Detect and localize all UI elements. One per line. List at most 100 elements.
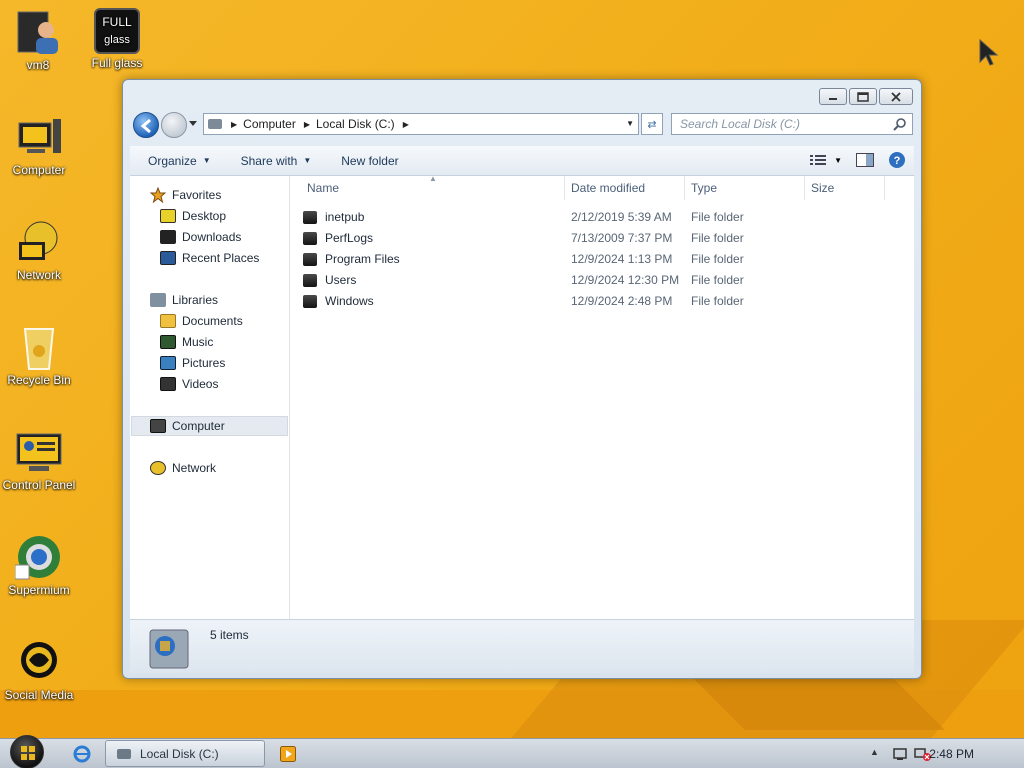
downloads-folder-icon	[160, 230, 176, 244]
address-bar[interactable]: ▶ Computer ▶ Local Disk (C:) ▶ ▼	[203, 113, 639, 135]
file-type: File folder	[691, 210, 744, 224]
desktop-icon-label: Computer	[12, 163, 66, 177]
maximize-button[interactable]	[849, 88, 877, 105]
fullglass-icon: FULL glass	[94, 8, 140, 54]
desktop-icon-recycle-bin[interactable]: Recycle Bin	[0, 323, 79, 387]
nav-desktop[interactable]: Desktop	[160, 206, 226, 226]
taskbar-item-label: Local Disk (C:)	[140, 746, 219, 761]
table-row[interactable]: Program Files 12/9/2024 1:13 PM File fol…	[291, 249, 911, 269]
preview-pane-icon[interactable]	[856, 153, 874, 167]
column-date-label: Date modified	[571, 181, 646, 195]
help-icon[interactable]: ?	[888, 151, 906, 169]
column-header-size[interactable]: Size	[805, 176, 885, 200]
table-row[interactable]: PerfLogs 7/13/2009 7:37 PM File folder	[291, 228, 911, 248]
column-header-name[interactable]: Name ▲	[301, 174, 565, 200]
chevron-right-icon[interactable]: ▶	[304, 120, 310, 129]
chevron-right-icon[interactable]: ▶	[403, 120, 409, 129]
file-type: File folder	[691, 231, 744, 245]
nav-videos-label: Videos	[182, 377, 219, 391]
nav-libraries[interactable]: Libraries	[150, 290, 218, 310]
forward-button[interactable]	[161, 112, 187, 138]
folder-icon	[303, 231, 317, 245]
table-row[interactable]: inetpub 2/12/2019 5:39 AM File folder	[291, 207, 911, 227]
supermium-icon	[14, 533, 63, 581]
nav-computer[interactable]: Computer	[131, 416, 288, 436]
nav-downloads[interactable]: Downloads	[160, 227, 241, 247]
chevron-down-icon: ▼	[202, 156, 211, 165]
nav-videos[interactable]: Videos	[160, 374, 218, 394]
nav-documents[interactable]: Documents	[160, 311, 243, 331]
folder-icon	[303, 252, 317, 266]
share-with-button[interactable]: Share with ▼	[241, 154, 312, 168]
organize-button[interactable]: Organize ▼	[148, 154, 211, 168]
file-type: File folder	[691, 294, 744, 308]
share-with-label: Share with	[240, 153, 298, 168]
table-row[interactable]: Users 12/9/2024 12:30 PM File folder	[291, 270, 911, 290]
refresh-button[interactable]: ⇄	[641, 113, 663, 135]
local-disk-icon	[149, 629, 189, 669]
breadcrumb-local-disk[interactable]: Local Disk (C:)	[316, 117, 395, 131]
libraries-icon	[150, 293, 166, 307]
column-type-label: Type	[691, 181, 718, 195]
nav-desktop-label: Desktop	[182, 209, 227, 223]
column-header-type[interactable]: Type	[685, 176, 805, 200]
back-button[interactable]	[133, 112, 159, 138]
nav-documents-label: Documents	[182, 314, 243, 328]
start-button[interactable]	[10, 735, 44, 768]
nav-downloads-label: Downloads	[182, 230, 242, 244]
file-name: inetpub	[325, 210, 365, 224]
nav-music[interactable]: Music	[160, 332, 213, 352]
view-options-button[interactable]: ▼	[810, 154, 842, 166]
internet-explorer-icon[interactable]	[72, 744, 92, 764]
show-hidden-icons-icon[interactable]: ▲	[870, 747, 879, 757]
desktop-icon-full-glass[interactable]: FULL glass Full glass	[77, 8, 157, 70]
address-dropdown-icon[interactable]: ▼	[626, 119, 634, 128]
music-icon	[160, 335, 176, 349]
file-name: Program Files	[325, 252, 400, 266]
file-date: 12/9/2024 2:48 PM	[571, 294, 673, 308]
column-header-date[interactable]: Date modified	[565, 176, 685, 200]
minimize-button[interactable]	[819, 88, 847, 105]
search-icon[interactable]	[893, 117, 907, 131]
desktop-icon-social-media[interactable]: Social Media	[0, 638, 79, 702]
explorer-window[interactable]: ▶ Computer ▶ Local Disk (C:) ▶ ▼ ⇄ Searc…	[122, 79, 922, 679]
nav-music-label: Music	[182, 335, 214, 349]
desktop-icon-network[interactable]: Network	[0, 218, 79, 282]
file-date: 2/12/2019 5:39 AM	[571, 210, 672, 224]
nav-network[interactable]: Network	[150, 458, 216, 478]
badge-top: FULL	[102, 15, 132, 29]
file-date: 12/9/2024 1:13 PM	[571, 252, 673, 266]
desktop-icon-computer[interactable]: Computer	[0, 113, 79, 177]
control-panel-icon	[15, 428, 63, 476]
chevron-right-icon[interactable]: ▶	[231, 120, 237, 129]
clock[interactable]: 2:48 PM	[929, 747, 974, 761]
desktop-icon-label: vm8	[26, 58, 50, 72]
drive-icon	[117, 748, 131, 759]
desktop-icon-control-panel[interactable]: Control Panel	[0, 428, 79, 492]
new-folder-button[interactable]: New folder	[341, 154, 398, 168]
action-center-icon[interactable]	[892, 746, 908, 762]
videos-icon	[160, 377, 176, 391]
recent-pages-dropdown-icon[interactable]	[189, 121, 197, 127]
search-input[interactable]: Search Local Disk (C:)	[671, 113, 913, 135]
taskbar-item-explorer[interactable]: Local Disk (C:)	[105, 740, 265, 767]
chevron-down-icon: ▼	[834, 155, 842, 165]
desktop-icon-label: Network	[16, 268, 61, 282]
breadcrumb-computer[interactable]: Computer	[243, 117, 296, 131]
drive-icon	[208, 119, 222, 129]
file-type: File folder	[691, 252, 744, 266]
address-row: ▶ Computer ▶ Local Disk (C:) ▶ ▼ ⇄ Searc…	[131, 112, 913, 138]
network-icon	[15, 218, 63, 266]
caption-buttons	[819, 88, 913, 105]
desktop-icon-vm8[interactable]: vm8	[0, 8, 78, 72]
nav-pictures[interactable]: Pictures	[160, 353, 225, 373]
nav-favorites[interactable]: Favorites	[150, 185, 221, 205]
search-placeholder: Search Local Disk (C:)	[680, 117, 801, 131]
desktop-icon-supermium[interactable]: Supermium	[0, 533, 79, 597]
table-row[interactable]: Windows 12/9/2024 2:48 PM File folder	[291, 291, 911, 311]
media-player-icon[interactable]	[280, 746, 296, 762]
details-view-icon	[810, 155, 827, 165]
nav-libraries-label: Libraries	[172, 293, 219, 307]
close-button[interactable]	[879, 88, 913, 105]
nav-recent-places[interactable]: Recent Places	[160, 248, 259, 268]
